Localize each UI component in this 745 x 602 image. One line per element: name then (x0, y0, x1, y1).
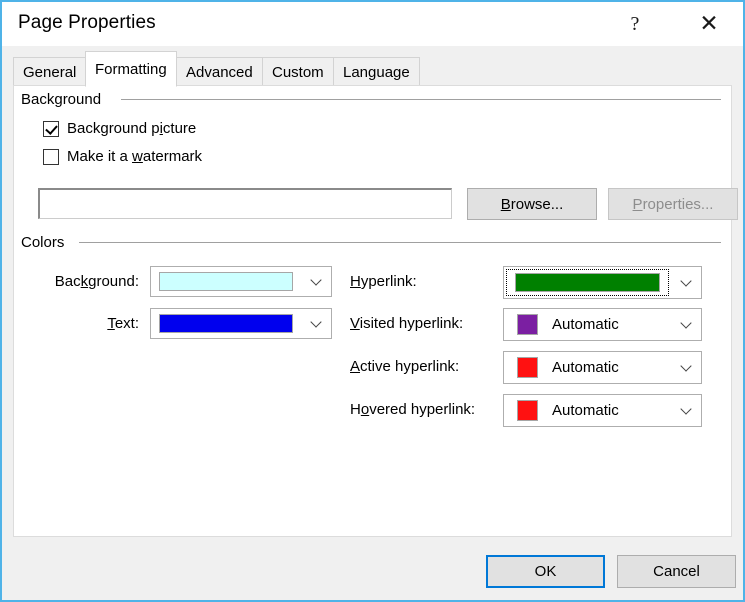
background-group-label: Background (21, 91, 109, 108)
checkbox-make-watermark[interactable]: Make it a watermark (43, 148, 202, 165)
checkbox-label: Background picture (67, 120, 197, 137)
page-properties-dialog: Page Properties ? ✕ General Formatting A… (0, 0, 745, 602)
background-group-line (121, 99, 721, 100)
color-swatch (515, 273, 660, 292)
label-active-hyperlink-color: Active hyperlink: (350, 358, 460, 375)
chevron-down-icon[interactable] (301, 267, 331, 296)
formatting-tab-page: Background Background picture Make it a … (13, 85, 738, 537)
colors-group-line (79, 242, 721, 243)
combo-value: Automatic (552, 402, 619, 419)
window-title: Page Properties (18, 12, 156, 33)
tab-label: Custom (272, 63, 324, 81)
combo-hyperlink-color[interactable] (503, 266, 702, 299)
tab-advanced[interactable]: Advanced (176, 57, 263, 86)
color-swatch (517, 357, 538, 378)
tab-strip: General Formatting Advanced Custom Langu… (2, 46, 743, 87)
combo-content: Automatic (504, 352, 671, 383)
combo-content: Automatic (504, 395, 671, 426)
combo-text-color[interactable] (150, 308, 332, 339)
tab-label: Advanced (186, 63, 253, 81)
tab-general[interactable]: General (13, 57, 87, 86)
browse-button[interactable]: Browse... (467, 188, 597, 220)
properties-button-label: Properties... (632, 195, 714, 213)
color-swatch (517, 400, 538, 421)
chevron-down-icon[interactable] (671, 309, 701, 340)
label-visited-hyperlink-color: Visited hyperlink: (350, 315, 464, 332)
chevron-down-icon[interactable] (671, 352, 701, 383)
colors-group-label: Colors (21, 234, 72, 251)
close-icon: ✕ (699, 10, 719, 37)
help-button[interactable]: ? (611, 2, 659, 46)
combo-content (151, 309, 301, 338)
background-picture-path-input[interactable] (38, 188, 452, 219)
browse-button-label: Browse... (500, 195, 564, 213)
ok-button-label: OK (534, 563, 557, 580)
color-swatch (517, 314, 538, 335)
label-text-color: Text: (107, 315, 139, 332)
cancel-button-label: Cancel (653, 563, 700, 580)
tab-label: Language (343, 63, 410, 81)
chevron-down-icon[interactable] (301, 309, 331, 338)
tab-language[interactable]: Language (333, 57, 420, 86)
combo-value: Automatic (552, 359, 619, 376)
combo-value: Automatic (552, 316, 619, 333)
question-mark-icon: ? (630, 13, 640, 35)
label-hovered-hyperlink-color: Hovered hyperlink: (350, 401, 476, 418)
combo-active-hyperlink-color[interactable]: Automatic (503, 351, 702, 384)
cancel-button[interactable]: Cancel (617, 555, 736, 588)
tab-custom[interactable]: Custom (262, 57, 334, 86)
title-bar: Page Properties ? ✕ (2, 2, 743, 46)
checkbox-label: Make it a watermark (67, 148, 203, 165)
ok-button[interactable]: OK (486, 555, 605, 588)
checkbox-background-picture[interactable]: Background picture (43, 120, 196, 137)
chevron-down-icon[interactable] (671, 267, 701, 298)
properties-button: Properties... (608, 188, 738, 220)
combo-visited-hyperlink-color[interactable]: Automatic (503, 308, 702, 341)
checkbox-box[interactable] (43, 148, 59, 165)
label-hyperlink-color: Hyperlink: (350, 273, 417, 290)
tab-label: Formatting (95, 60, 167, 78)
chevron-down-icon[interactable] (671, 395, 701, 426)
color-swatch (159, 272, 293, 291)
tab-formatting[interactable]: Formatting (85, 51, 177, 87)
close-button[interactable]: ✕ (685, 2, 733, 46)
combo-content-focused (506, 269, 669, 296)
combo-background-color[interactable] (150, 266, 332, 297)
tab-label: General (23, 63, 77, 81)
combo-content: Automatic (504, 309, 671, 340)
combo-content (151, 267, 301, 296)
label-background-color: Background: (54, 273, 139, 290)
color-swatch (159, 314, 293, 333)
combo-hovered-hyperlink-color[interactable]: Automatic (503, 394, 702, 427)
checkbox-box[interactable] (43, 120, 59, 137)
